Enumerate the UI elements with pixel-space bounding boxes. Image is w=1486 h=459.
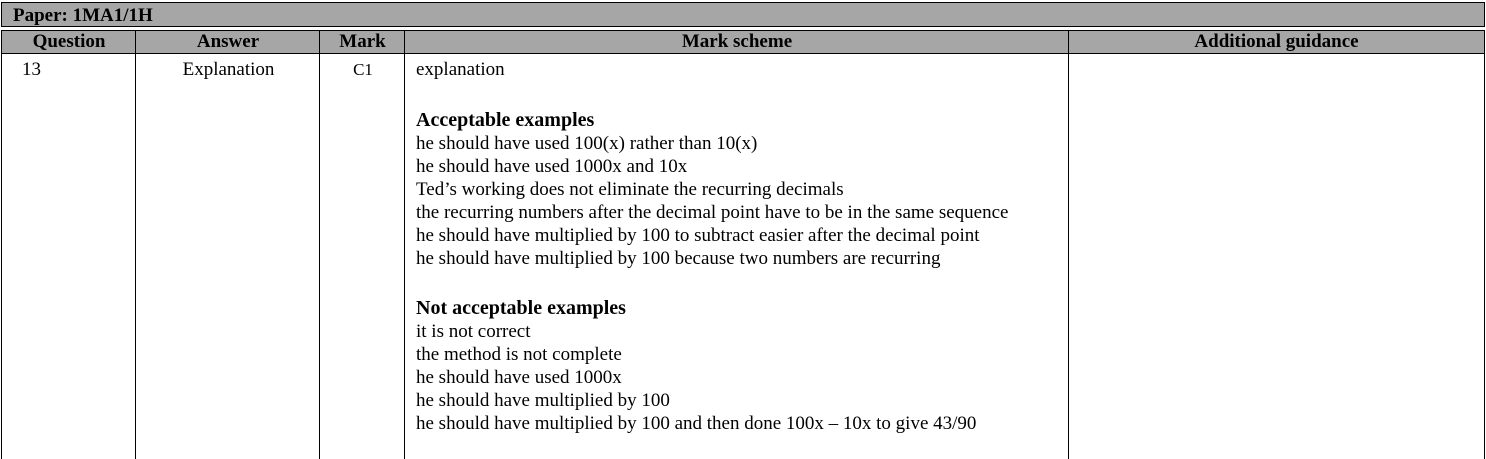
list-item: he should have multiplied by 100 [416,390,670,411]
header-mark-scheme: Mark scheme [681,31,793,52]
header-divider [319,31,320,53]
header-additional-guidance: Additional guidance [1194,31,1359,52]
list-item: he should have used 100(x) rather than 1… [416,133,758,154]
list-item: he should have multiplied by 100 because… [416,248,941,269]
mark-scheme-sheet: Paper: 1MA1/1H Question Answer Mark Mark… [1,2,1485,459]
table-header-row: Question Answer Mark Mark scheme Additio… [1,30,1485,54]
list-item: Ted’s working does not eliminate the rec… [416,179,844,200]
list-item: he should have used 1000x [416,367,622,388]
list-item: he should have multiplied by 100 to subt… [416,225,980,246]
header-answer: Answer [196,31,260,52]
paper-title: Paper: 1MA1/1H [1,2,1485,27]
table-row: 13 Explanation C1 explanation Acceptable… [1,54,1485,459]
column-divider [1068,54,1069,459]
question-number: 13 [22,59,41,80]
header-question: Question [32,31,106,52]
column-divider [135,54,136,459]
header-divider [135,31,136,53]
list-item: the recurring numbers after the decimal … [416,202,1009,223]
header-mark: Mark [339,31,386,52]
not-acceptable-heading: Not acceptable examples [416,297,626,319]
list-item: it is not correct [416,321,531,342]
header-divider [1068,31,1069,53]
list-item: he should have used 1000x and 10x [416,156,688,177]
mark-scheme-intro: explanation [416,59,505,80]
answer-cell: Explanation [182,59,275,80]
mark-cell: C1 [353,60,373,79]
list-item: the method is not complete [416,344,622,365]
header-divider [404,31,405,53]
mark-scheme-cell: explanation Acceptable examples he shoul… [416,58,1066,435]
acceptable-heading: Acceptable examples [416,109,595,131]
list-item: he should have multiplied by 100 and the… [416,413,977,434]
column-divider [404,54,405,459]
column-divider [319,54,320,459]
